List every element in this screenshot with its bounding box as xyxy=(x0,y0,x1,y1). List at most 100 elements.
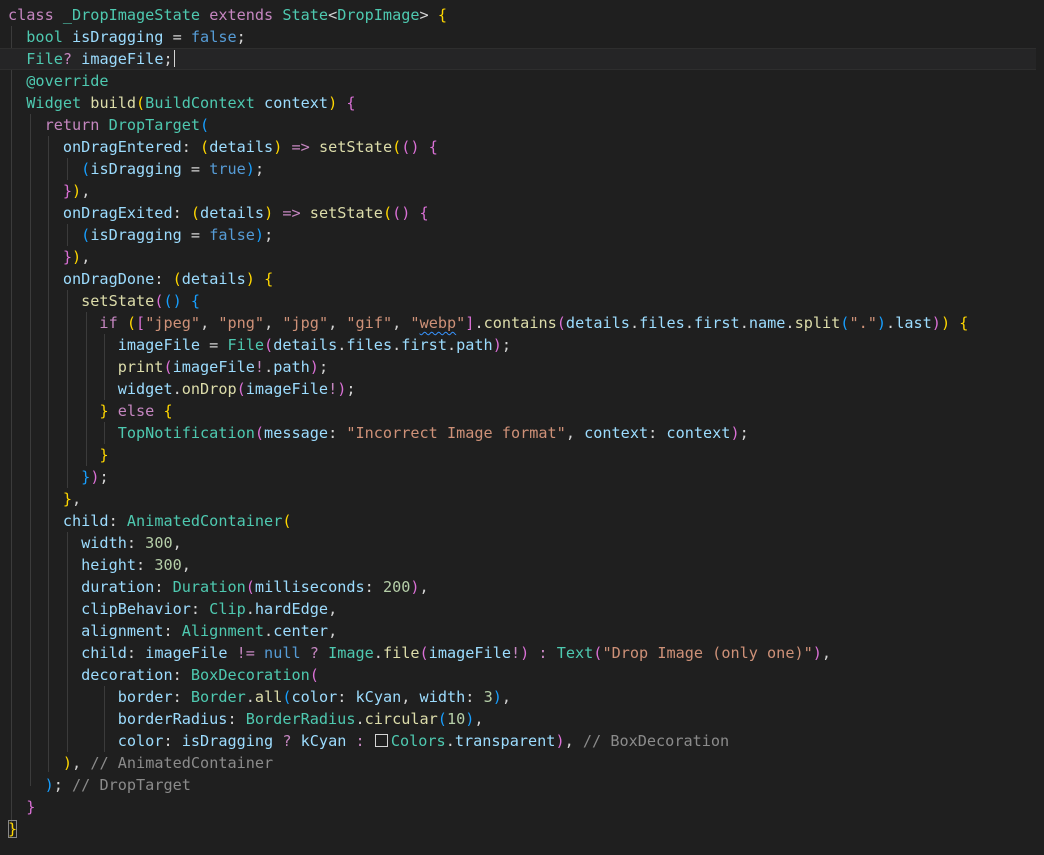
code-token: , xyxy=(821,644,832,662)
code-line[interactable]: } xyxy=(8,818,1044,840)
code-token: context xyxy=(264,94,329,112)
code-line[interactable]: decoration: BoxDecoration( xyxy=(8,664,1044,686)
code-token: ) xyxy=(492,688,502,706)
code-token: transparent xyxy=(454,732,556,750)
code-token: TopNotification xyxy=(8,424,255,442)
code-line[interactable]: } else { xyxy=(8,400,1044,422)
code-token: . xyxy=(264,622,274,640)
code-line[interactable]: }); xyxy=(8,466,1044,488)
code-token: first xyxy=(693,314,740,332)
code-line[interactable]: } xyxy=(8,444,1044,466)
code-line[interactable]: if (["jpeg", "png", "jpg", "gif", "webp"… xyxy=(8,312,1044,334)
code-line[interactable]: File? imageFile; xyxy=(0,48,1036,70)
code-line[interactable]: setState(() { xyxy=(8,290,1044,312)
code-token: imageFile xyxy=(145,644,237,662)
code-line[interactable]: imageFile = File(details.files.first.pat… xyxy=(8,334,1044,356)
code-token: details xyxy=(181,270,246,288)
color-swatch-icon[interactable] xyxy=(374,734,388,747)
code-token: , xyxy=(181,556,191,574)
code-line[interactable]: return DropTarget( xyxy=(8,114,1044,136)
code-token: ; xyxy=(236,28,246,46)
code-token: kCyan xyxy=(355,688,402,706)
code-token: true xyxy=(209,160,246,178)
code-token: . xyxy=(245,600,255,618)
code-token: , xyxy=(501,688,512,706)
code-line[interactable]: }), xyxy=(8,246,1044,268)
code-token: File xyxy=(227,336,265,354)
code-line[interactable]: (isDragging = true); xyxy=(8,158,1044,180)
code-token: . xyxy=(886,314,896,332)
code-line[interactable]: print(imageFile!.path); xyxy=(8,356,1044,378)
spelling-warning-token[interactable]: webp xyxy=(420,314,457,332)
code-token: // BoxDecoration xyxy=(582,732,730,750)
code-line[interactable]: widget.onDrop(imageFile!); xyxy=(8,378,1044,400)
code-token: : xyxy=(465,688,484,706)
code-token: path xyxy=(273,358,310,376)
code-line[interactable]: ), // AnimatedContainer xyxy=(8,752,1044,774)
code-token: @override xyxy=(8,72,109,90)
code-line[interactable]: ); // DropTarget xyxy=(8,774,1044,796)
code-line[interactable]: width: 300, xyxy=(8,532,1044,554)
code-line[interactable]: }, xyxy=(8,488,1044,510)
code-token: : xyxy=(154,270,173,288)
code-line[interactable]: clipBehavior: Clip.hardEdge, xyxy=(8,598,1044,620)
code-token: ( xyxy=(419,644,429,662)
code-line[interactable]: alignment: Alignment.center, xyxy=(8,620,1044,642)
code-token: circular xyxy=(364,710,438,728)
code-token: imageFile xyxy=(8,336,210,354)
code-line[interactable]: child: imageFile != null ? Image.file(im… xyxy=(8,642,1044,664)
code-line[interactable]: onDragDone: (details) { xyxy=(8,268,1044,290)
code-line[interactable]: (isDragging = false); xyxy=(8,224,1044,246)
code-line[interactable]: color: isDragging ? kCyan : Colors.trans… xyxy=(8,730,1044,752)
code-token: decoration xyxy=(8,666,173,684)
code-line[interactable]: borderRadius: BorderRadius.circular(10), xyxy=(8,708,1044,730)
code-token: , xyxy=(419,578,429,596)
code-token: isDragging xyxy=(181,732,283,750)
code-token: = xyxy=(190,226,210,244)
code-token: ( xyxy=(236,380,246,398)
code-token: , xyxy=(328,622,338,640)
code-token: onDrop xyxy=(181,380,237,398)
code-token: : xyxy=(154,578,173,596)
code-line[interactable]: bool isDragging = false; xyxy=(8,26,1044,48)
code-token: contains xyxy=(483,314,557,332)
code-token: , xyxy=(264,314,283,332)
code-token: { xyxy=(437,6,447,24)
code-token: 300 xyxy=(154,556,182,574)
code-token: : xyxy=(126,644,146,662)
code-line[interactable]: TopNotification(message: "Incorrect Imag… xyxy=(8,422,1044,444)
code-line[interactable]: duration: Duration(milliseconds: 200), xyxy=(8,576,1044,598)
code-token: borderRadius xyxy=(8,710,228,728)
code-token: Border xyxy=(190,688,246,706)
code-token: : xyxy=(538,644,557,662)
code-token: _DropImageState xyxy=(62,6,210,24)
code-line[interactable]: onDragExited: (details) => setState(() { xyxy=(8,202,1044,224)
code-token: " xyxy=(456,314,466,332)
code-line[interactable]: class _DropImageState extends State<Drop… xyxy=(8,4,1044,26)
code-editor[interactable]: class _DropImageState extends State<Drop… xyxy=(0,0,1044,855)
code-line[interactable]: height: 300, xyxy=(8,554,1044,576)
code-token: , xyxy=(72,754,91,772)
code-token: : xyxy=(108,512,127,530)
code-line[interactable]: @override xyxy=(8,70,1044,92)
code-token: => xyxy=(282,204,310,222)
code-line[interactable]: onDragEntered: (details) => setState(() … xyxy=(8,136,1044,158)
code-token: ( xyxy=(282,688,292,706)
code-line[interactable]: }), xyxy=(8,180,1044,202)
code-line[interactable]: border: Border.all(color: kCyan, width: … xyxy=(8,686,1044,708)
code-token: ( xyxy=(200,116,210,134)
text-cursor xyxy=(173,50,175,67)
code-token: () xyxy=(401,138,429,156)
code-line[interactable]: Widget build(BuildContext context) { xyxy=(8,92,1044,114)
code-token: "jpeg" xyxy=(145,314,201,332)
code-token: ( xyxy=(282,512,292,530)
code-line[interactable]: } xyxy=(8,796,1044,818)
code-token: != xyxy=(236,644,265,662)
code-line[interactable]: child: AnimatedContainer( xyxy=(8,510,1044,532)
code-token: extends xyxy=(209,6,283,24)
code-token: ( xyxy=(81,226,91,244)
code-token: , xyxy=(328,600,338,618)
